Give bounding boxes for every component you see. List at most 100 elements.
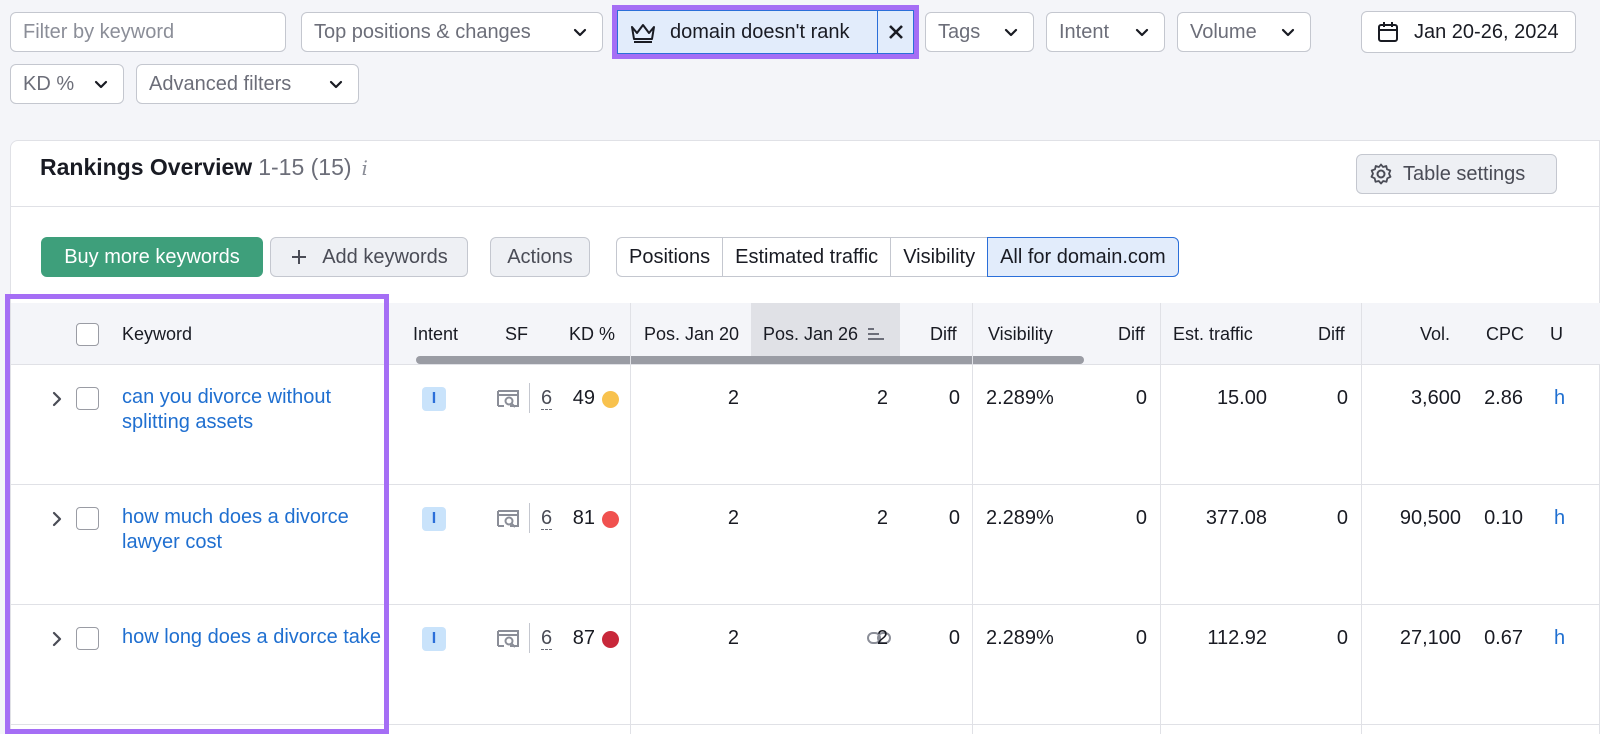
- keyword-link[interactable]: how long does a divorce take: [122, 625, 382, 650]
- card-title: Rankings Overview 1-15 (15) i: [40, 154, 368, 181]
- divider: [529, 503, 530, 533]
- position-jan-20: 2: [727, 507, 739, 529]
- crown-icon: [631, 24, 655, 43]
- url-link[interactable]: h: [1554, 507, 1565, 530]
- card-header: Rankings Overview 1-15 (15) i Table settin…: [11, 141, 1599, 207]
- close-icon: [888, 25, 903, 39]
- keyword-filter: [10, 12, 286, 52]
- kd-label: KD %: [23, 72, 75, 95]
- traffic-diff: 0: [1336, 387, 1348, 409]
- cpc-value: 0.10: [1484, 507, 1523, 529]
- intent-label: Intent: [1059, 20, 1110, 43]
- traffic-value: 377.08: [1205, 507, 1267, 529]
- table-row: how much does a divorce lawyer cost I 6 …: [11, 485, 1600, 605]
- chevron-down-icon: [1004, 28, 1018, 37]
- serp-features-icon[interactable]: [495, 387, 521, 411]
- actions-button[interactable]: Actions: [490, 237, 590, 277]
- calendar-icon: [1378, 22, 1398, 42]
- traffic-value: 15.00: [1216, 387, 1267, 409]
- cpc-value: 2.86: [1484, 387, 1523, 409]
- position-jan-26: 2: [876, 627, 888, 649]
- gear-icon: [1370, 163, 1392, 185]
- chevron-down-icon: [1135, 28, 1149, 37]
- kd-value: 49: [572, 387, 595, 409]
- tags-dropdown[interactable]: Tags: [925, 12, 1034, 52]
- serp-features-icon[interactable]: [495, 507, 521, 531]
- volume-label: Volume: [1190, 20, 1257, 43]
- intent-dropdown[interactable]: Intent: [1046, 12, 1165, 52]
- intent-badge: I: [422, 387, 446, 411]
- divider: [529, 623, 530, 653]
- row-checkbox[interactable]: [76, 627, 99, 650]
- column-cpc[interactable]: CPC: [1486, 303, 1524, 365]
- visibility-diff: 0: [1135, 387, 1147, 409]
- column-pos-jan-26-label: Pos. Jan 26: [763, 323, 859, 344]
- card-title-text: Rankings Overview: [40, 154, 253, 180]
- active-filter-chip[interactable]: domain doesn't rank: [617, 10, 914, 54]
- column-url[interactable]: U: [1550, 303, 1563, 365]
- table-settings-button[interactable]: Table settings: [1356, 154, 1557, 194]
- volume-value: 90,500: [1399, 507, 1461, 529]
- position-jan-26: 2: [876, 387, 888, 409]
- serp-features-count[interactable]: 6: [541, 387, 553, 410]
- add-keywords-button[interactable]: Add keywords: [270, 237, 468, 277]
- chevron-down-icon: [573, 28, 587, 37]
- tags-label: Tags: [938, 20, 981, 43]
- advanced-filters-label: Advanced filters: [149, 72, 292, 95]
- tab-visibility[interactable]: Visibility: [890, 237, 988, 277]
- row-checkbox[interactable]: [76, 387, 99, 410]
- column-volume[interactable]: Vol.: [1420, 303, 1450, 365]
- date-range-label: Jan 20-26, 2024: [1414, 20, 1559, 43]
- url-link[interactable]: h: [1554, 627, 1565, 650]
- info-icon[interactable]: i: [362, 156, 368, 180]
- actions-label: Actions: [507, 245, 573, 268]
- table-row: how long does a divorce take I 6 87 2 2 …: [11, 605, 1600, 725]
- serp-features-count[interactable]: 6: [541, 627, 553, 650]
- chevron-right-icon[interactable]: [47, 389, 67, 409]
- column-visibility-diff[interactable]: Diff: [1118, 303, 1145, 365]
- top-positions-dropdown[interactable]: Top positions & changes: [301, 12, 603, 52]
- plus-icon: [292, 250, 307, 264]
- date-range-picker[interactable]: Jan 20-26, 2024: [1361, 11, 1576, 53]
- position-diff: 0: [948, 507, 960, 529]
- visibility-diff: 0: [1135, 507, 1147, 529]
- visibility-value: 2.289%: [986, 387, 1054, 409]
- serp-features-count[interactable]: 6: [541, 507, 553, 530]
- intent-badge: I: [422, 627, 446, 651]
- cpc-value: 0.67: [1484, 627, 1523, 649]
- select-all-checkbox[interactable]: [76, 323, 99, 346]
- serp-features-icon[interactable]: [495, 627, 521, 651]
- keyword-link[interactable]: can you divorce without splitting assets: [122, 385, 382, 435]
- row-checkbox[interactable]: [76, 507, 99, 530]
- url-link[interactable]: h: [1554, 387, 1565, 410]
- advanced-filters-dropdown[interactable]: Advanced filters: [136, 64, 359, 104]
- kd-difficulty-dot: [602, 631, 619, 648]
- keyword-filter-input[interactable]: [11, 13, 285, 51]
- tab-all-for-domain[interactable]: All for domain.com: [987, 237, 1179, 277]
- visibility-value: 2.289%: [986, 627, 1054, 649]
- traffic-diff: 0: [1336, 507, 1348, 529]
- tab-positions[interactable]: Positions: [616, 237, 723, 277]
- position-jan-20: 2: [727, 627, 739, 649]
- add-keywords-label: Add keywords: [322, 245, 448, 268]
- remove-filter-button[interactable]: [877, 11, 913, 53]
- position-jan-26: 2: [876, 507, 888, 529]
- keyword-link[interactable]: how much does a divorce lawyer cost: [122, 505, 382, 555]
- volume-dropdown[interactable]: Volume: [1177, 12, 1311, 52]
- kd-dropdown[interactable]: KD %: [10, 64, 124, 104]
- buy-more-keywords-label: Buy more keywords: [64, 245, 240, 268]
- chevron-down-icon: [94, 80, 108, 89]
- column-keyword[interactable]: Keyword: [122, 303, 192, 365]
- table-row: can you divorce without splitting assets…: [11, 365, 1600, 485]
- visibility-diff: 0: [1135, 627, 1147, 649]
- position-diff: 0: [948, 387, 960, 409]
- column-traffic-diff[interactable]: Diff: [1318, 303, 1345, 365]
- chevron-right-icon[interactable]: [47, 629, 67, 649]
- horizontal-scrollbar[interactable]: [416, 356, 1084, 364]
- chevron-right-icon[interactable]: [47, 509, 67, 529]
- tab-estimated-traffic[interactable]: Estimated traffic: [722, 237, 891, 277]
- column-est-traffic[interactable]: Est. traffic: [1173, 303, 1253, 365]
- kd-value: 81: [572, 507, 595, 529]
- traffic-diff: 0: [1336, 627, 1348, 649]
- buy-more-keywords-button[interactable]: Buy more keywords: [41, 237, 263, 277]
